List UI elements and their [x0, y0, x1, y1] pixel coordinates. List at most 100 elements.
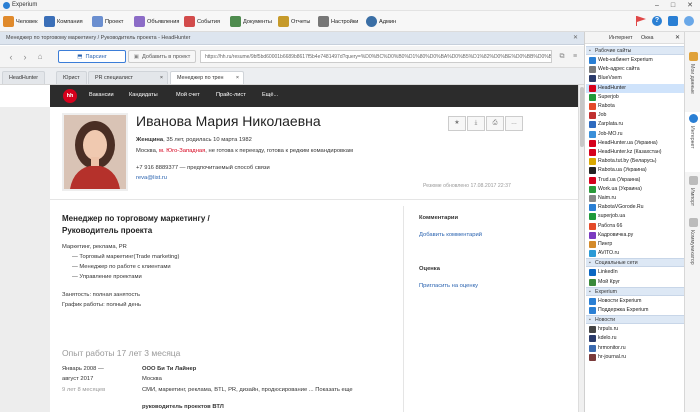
- site-link[interactable]: Кадровичка.ру: [586, 231, 684, 240]
- close-icon[interactable]: ✕: [683, 1, 697, 10]
- site-link[interactable]: Web-кабинет Experium: [586, 56, 684, 65]
- site-link[interactable]: hrpuls.ru: [586, 325, 684, 334]
- user-icon[interactable]: [684, 16, 694, 26]
- maximize-icon[interactable]: □: [666, 1, 680, 10]
- site-link[interactable]: Rabota.ua (Украина): [586, 166, 684, 175]
- download-icon[interactable]: ⤓: [467, 116, 485, 131]
- document-tab-title[interactable]: Менеджер по торговому маркетингу / Руков…: [6, 35, 190, 41]
- site-label: RabotaVGorode.Ru: [598, 204, 644, 211]
- site-link[interactable]: HeadHunter: [586, 83, 684, 93]
- close-tab-icon[interactable]: ×: [236, 75, 239, 81]
- minimize-icon[interactable]: –: [650, 1, 664, 10]
- site-link[interactable]: Superjob: [586, 93, 684, 102]
- add-to-project-button[interactable]: ▣ Добавить в проект: [128, 50, 196, 63]
- site-group-header[interactable]: Новости: [586, 315, 684, 325]
- site-link[interactable]: Rabota: [586, 102, 684, 111]
- toolbar-company-button[interactable]: Компания: [44, 15, 83, 28]
- invite-rating-link[interactable]: Пригласить на оценку: [419, 283, 478, 289]
- site-link[interactable]: Job: [586, 111, 684, 120]
- hh-nav-account[interactable]: Мой счет: [176, 92, 200, 98]
- candidate-gender-age: Женщина, 35 лет, родилась 10 марта 1982: [136, 137, 252, 143]
- forward-icon[interactable]: ›: [19, 51, 31, 63]
- company-icon: [44, 16, 55, 27]
- print-icon[interactable]: ⎙: [486, 116, 504, 131]
- hh-nav-pricelist[interactable]: Прайс-лист: [216, 92, 246, 98]
- site-link[interactable]: kdelo.ru: [586, 334, 684, 343]
- toolbar-label: Настройки: [331, 18, 359, 25]
- hh-nav-more[interactable]: Ещё...: [262, 92, 278, 98]
- site-link[interactable]: Job-MO.ru: [586, 130, 684, 139]
- site-favicon-icon: [589, 93, 596, 101]
- more-icon[interactable]: …: [505, 116, 523, 131]
- toolbar-person-button[interactable]: Человек: [3, 15, 38, 28]
- site-link[interactable]: Новости Experium: [586, 297, 684, 306]
- schedule: График работы: полный день: [62, 302, 141, 308]
- site-group-header[interactable]: Социальные сети: [586, 258, 684, 268]
- toolbar-ads-button[interactable]: Объявления: [134, 15, 179, 28]
- browser-tab[interactable]: PR специалист ×: [88, 71, 168, 84]
- vtab-internet[interactable]: Интернет: [685, 112, 700, 172]
- browser-tab-active[interactable]: Менеджер по трен ×: [170, 71, 244, 84]
- site-link[interactable]: RabotaVGorode.Ru: [586, 203, 684, 212]
- help-icon[interactable]: ?: [652, 16, 662, 26]
- site-link[interactable]: LinkedIn: [586, 268, 684, 277]
- browser-tab[interactable]: HeadHunter: [2, 71, 46, 84]
- site-label: Naim.ru: [598, 195, 617, 201]
- site-link[interactable]: hrmonitor.ru: [586, 344, 684, 353]
- toolbar-admin-button[interactable]: Админ: [366, 15, 396, 28]
- site-link[interactable]: superjob.ua: [586, 212, 684, 221]
- flag-icon[interactable]: [636, 16, 646, 26]
- tab-internet[interactable]: Интернет: [609, 35, 633, 41]
- copy-icon[interactable]: ⧉: [556, 51, 568, 63]
- hh-nav-candidates[interactable]: Кандидаты: [129, 92, 158, 98]
- add-comment-link[interactable]: Добавить комментарий: [419, 232, 482, 238]
- toolbar-documents-button[interactable]: Документы: [230, 15, 272, 28]
- site-link[interactable]: hr-journal.ru: [586, 353, 684, 362]
- vtab-communicator[interactable]: Коммуникатор: [685, 216, 700, 296]
- metro-link[interactable]: м. Юго-Западная: [159, 148, 205, 154]
- app-logo-icon: [3, 2, 10, 9]
- home-icon[interactable]: ⌂: [34, 51, 46, 63]
- vtab-my-data[interactable]: Мои данные: [685, 50, 700, 110]
- close-tab-icon[interactable]: ×: [160, 75, 163, 81]
- browser-tab[interactable]: Юрист: [56, 71, 87, 84]
- toolbar-settings-button[interactable]: Настройки: [318, 15, 358, 28]
- site-link[interactable]: AVITO.ru: [586, 249, 684, 258]
- site-link[interactable]: Naim.ru: [586, 194, 684, 203]
- back-icon[interactable]: ‹: [5, 51, 17, 63]
- site-link[interactable]: Trud.ua (Украина): [586, 176, 684, 185]
- site-group-header[interactable]: Рабочие сайты: [586, 46, 684, 55]
- toolbar-events-button[interactable]: События: [184, 15, 220, 28]
- site-link[interactable]: Поддержка Experium: [586, 306, 684, 315]
- reports-icon: [278, 16, 289, 27]
- site-favicon-icon: [589, 269, 596, 277]
- site-link[interactable]: BlueVsem: [586, 74, 684, 83]
- site-link[interactable]: Мой Круг: [586, 278, 684, 287]
- hh-logo[interactable]: hh: [63, 89, 77, 103]
- site-link[interactable]: HeadHunter.ua (Украина): [586, 139, 684, 148]
- close-panel-icon[interactable]: ✕: [675, 34, 680, 41]
- site-link[interactable]: Web-адрес сайта: [586, 65, 684, 74]
- url-input[interactable]: https://hh.ru/resume/9bf5bd60001b6689b86…: [200, 50, 552, 63]
- window-icon[interactable]: [668, 16, 678, 26]
- site-link[interactable]: Work.ua (Украина): [586, 185, 684, 194]
- candidate-email[interactable]: reva@list.ru: [136, 175, 167, 181]
- close-tab-icon[interactable]: ✕: [573, 34, 578, 41]
- toolbar-project-button[interactable]: Проект: [92, 15, 123, 28]
- site-label: Новости Experium: [598, 297, 642, 304]
- favorite-icon[interactable]: ★: [448, 116, 466, 131]
- site-label: AVITO.ru: [598, 250, 620, 257]
- site-link[interactable]: Rabota.tut.by (Беларусь): [586, 157, 684, 166]
- tab-windows[interactable]: Окна: [641, 35, 654, 41]
- site-link[interactable]: Zarplata.ru: [586, 120, 684, 129]
- site-link[interactable]: Пингр: [586, 240, 684, 249]
- settings-list-icon[interactable]: ≡: [569, 51, 581, 63]
- site-group-header[interactable]: Experium: [586, 286, 684, 296]
- toolbar-label: Человек: [16, 18, 38, 25]
- toolbar-reports-button[interactable]: Отчеты: [278, 15, 310, 28]
- site-link[interactable]: HeadHunter.kz (Казахстан): [586, 148, 684, 157]
- hh-nav-vacancies[interactable]: Вакансии: [89, 92, 114, 98]
- parse-button[interactable]: ⬒ Парсинг: [58, 50, 126, 63]
- browser-tab-label: HeadHunter: [9, 75, 39, 81]
- site-link[interactable]: Работа 66: [586, 222, 684, 231]
